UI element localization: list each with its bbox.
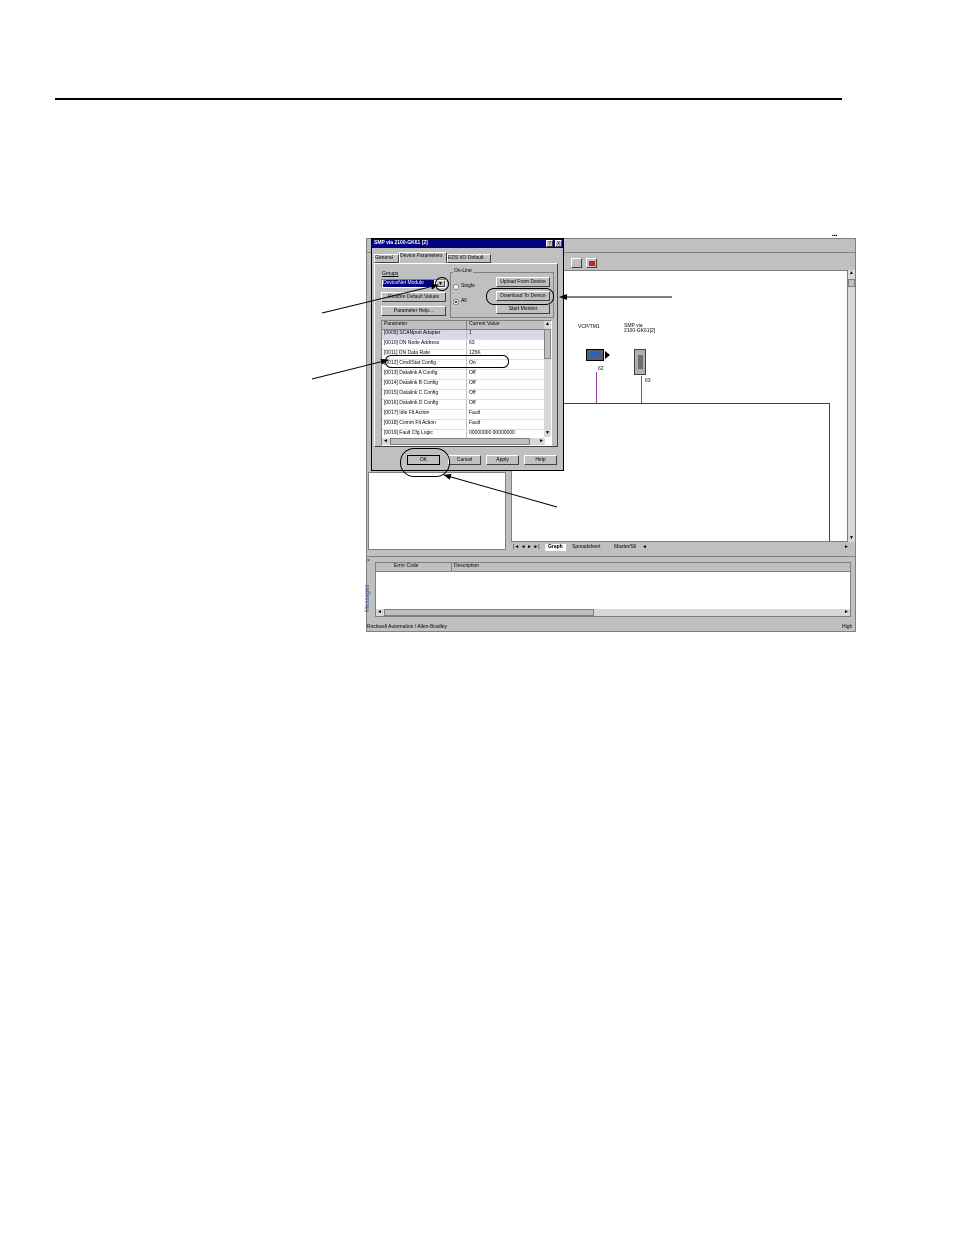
callout-arrows	[311, 283, 672, 508]
